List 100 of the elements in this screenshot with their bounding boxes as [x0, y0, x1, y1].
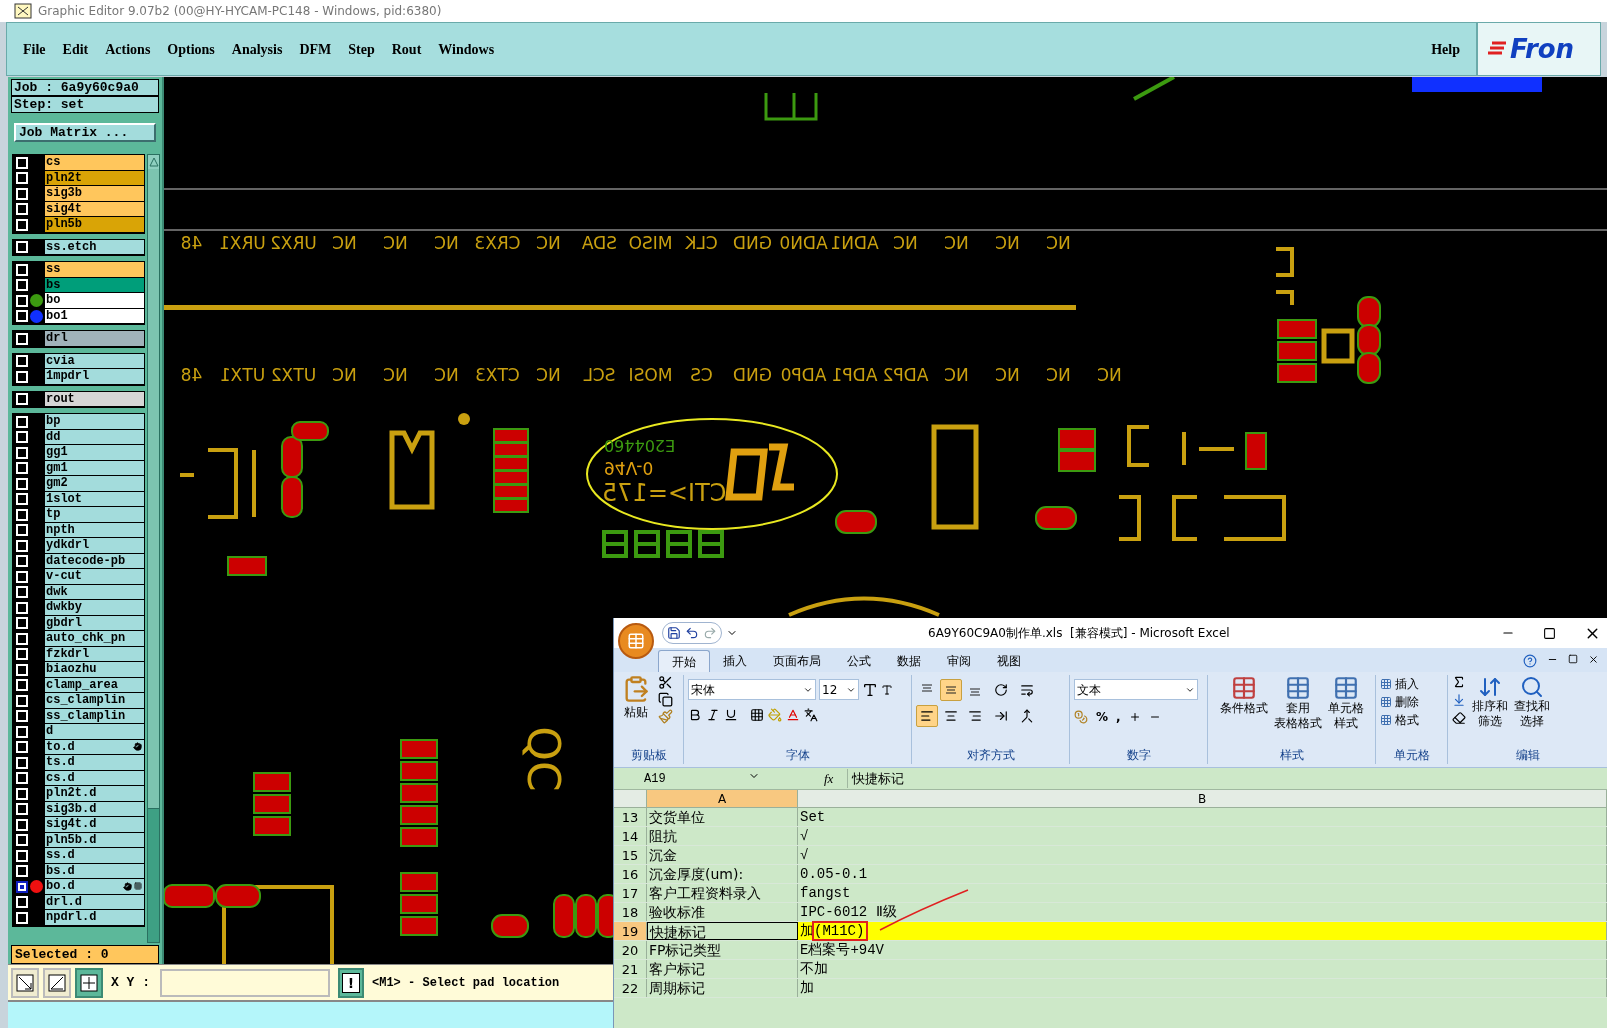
maximize-icon[interactable] [1543, 626, 1556, 640]
layer-name[interactable]: v-cut [45, 569, 144, 585]
grow-font-icon[interactable] [862, 681, 878, 698]
ribbon-tab[interactable]: 视图 [984, 650, 1034, 672]
close-icon[interactable] [1588, 654, 1599, 665]
font-name-field[interactable]: 宋体 [688, 679, 816, 700]
save-icon[interactable] [667, 626, 681, 640]
style-button[interactable]: 套用 表格格式 [1273, 675, 1322, 731]
phonetic-icon[interactable] [804, 708, 818, 722]
layer-name[interactable]: gg1 [45, 445, 144, 461]
menu-item[interactable]: DFM [299, 38, 332, 60]
column-header[interactable]: A [647, 790, 798, 807]
font-color-icon[interactable] [786, 708, 800, 722]
borders-icon[interactable] [750, 708, 764, 722]
edit-button[interactable]: 查找和 选择 [1514, 675, 1550, 729]
number-format-field[interactable]: 文本 [1074, 679, 1198, 700]
layer-name[interactable]: rout [45, 391, 144, 407]
ribbon-tab[interactable]: 开始 [658, 650, 710, 672]
tool-button[interactable] [43, 967, 71, 998]
fill-color-icon[interactable] [768, 708, 782, 722]
edit-button[interactable]: 排序和 筛选 [1472, 675, 1508, 729]
layer-name[interactable]: pln2t.d [45, 786, 144, 802]
scroll-up-icon[interactable] [148, 157, 159, 167]
bold-icon[interactable] [688, 708, 702, 722]
layer-name[interactable]: cs_clamplin [45, 693, 144, 709]
layer-name[interactable]: ts.d [45, 755, 144, 771]
layer-name[interactable]: d [45, 724, 144, 740]
orientation-icon[interactable] [994, 683, 1008, 697]
indent-icon[interactable] [994, 709, 1008, 723]
number-format-button[interactable]: % [1096, 708, 1109, 726]
layer-name[interactable]: sig3b [45, 186, 144, 202]
formula-field[interactable]: 快捷标记 [847, 768, 1607, 789]
ribbon-tab[interactable]: 数据 [884, 650, 934, 672]
menu-item[interactable]: Step [348, 38, 375, 60]
merge-icon[interactable] [1020, 709, 1034, 723]
horizontal-align-button[interactable] [916, 705, 938, 727]
layer-name[interactable]: auto_chk_pn [45, 631, 144, 647]
layer-name[interactable]: gm2 [45, 476, 144, 492]
layer-name[interactable]: bp [45, 414, 144, 430]
layer-name[interactable]: drl [45, 331, 144, 347]
row-header[interactable]: 19 [614, 922, 647, 940]
layer-name[interactable]: bo [45, 293, 144, 309]
paste-button[interactable]: 粘贴 [618, 675, 654, 724]
currency-icon[interactable] [1074, 710, 1088, 724]
office-button[interactable] [618, 623, 654, 659]
tool-button[interactable] [11, 967, 39, 998]
alert-button[interactable]: ! [338, 967, 364, 998]
layer-name[interactable]: ss.etch [45, 239, 144, 255]
job-matrix-button[interactable]: Job Matrix ... [14, 123, 156, 142]
menu-item[interactable]: Options [167, 38, 215, 60]
shrink-font-icon[interactable] [881, 683, 893, 696]
ribbon-tab[interactable]: 审阅 [934, 650, 984, 672]
increase-decimal-icon[interactable] [1128, 711, 1141, 723]
number-format-button[interactable]: , [1116, 708, 1121, 726]
wrap-text-icon[interactable] [1020, 683, 1034, 697]
restore-icon[interactable] [1568, 654, 1578, 664]
tool-button[interactable] [75, 967, 103, 998]
layer-name[interactable]: ss [45, 262, 144, 278]
clear-icon[interactable] [1452, 711, 1466, 725]
menu-item[interactable]: Analysis [231, 38, 283, 60]
menu-item[interactable]: Help [1431, 38, 1460, 60]
help-icon[interactable] [1523, 654, 1537, 668]
ribbon-tab[interactable]: 公式 [834, 650, 884, 672]
ribbon-tab[interactable]: 插入 [710, 650, 760, 672]
font-size-field[interactable]: 12 [819, 679, 859, 700]
undo-icon[interactable] [685, 626, 699, 640]
menu-item[interactable]: Rout [391, 38, 422, 60]
layer-name[interactable]: 1mpdrl [45, 369, 144, 385]
italic-icon[interactable] [706, 708, 720, 722]
copy-icon[interactable] [658, 692, 673, 707]
layer-name[interactable]: npdrl.d [45, 910, 144, 926]
sum-icon[interactable] [1452, 675, 1466, 689]
layer-name[interactable]: dwkby [45, 600, 144, 616]
layer-name[interactable]: ss.d [45, 848, 144, 864]
layer-name[interactable]: cs [45, 155, 144, 171]
function-label[interactable]: fx [824, 768, 834, 789]
fill-icon[interactable] [1452, 693, 1466, 707]
layer-name[interactable]: pln5b [45, 217, 144, 233]
layer-name[interactable]: ydkdrl [45, 538, 144, 554]
layer-name[interactable]: sig4t.d [45, 817, 144, 833]
menu-item[interactable]: Edit [62, 38, 89, 60]
layer-name[interactable]: tp [45, 507, 144, 523]
cut-icon[interactable] [658, 675, 673, 690]
menu-item[interactable]: Windows [438, 38, 495, 60]
name-box[interactable]: A19 [614, 769, 764, 788]
layer-name[interactable]: cvia [45, 353, 144, 369]
menu-item[interactable]: Actions [105, 38, 151, 60]
underline-icon[interactable] [724, 708, 738, 722]
layer-checkbox[interactable] [16, 880, 28, 893]
layer-name[interactable]: biaozhu [45, 662, 144, 678]
menu-item[interactable]: File [23, 38, 46, 60]
column-header[interactable]: B [798, 790, 1607, 807]
ribbon-tab[interactable]: 页面布局 [760, 650, 834, 672]
cells-button[interactable]: 插入 [1380, 675, 1443, 693]
cells-button[interactable]: 格式 [1380, 711, 1443, 729]
style-button[interactable]: 单元格 样式 [1327, 675, 1364, 731]
cells-button[interactable]: 删除 [1380, 693, 1443, 711]
layer-name[interactable]: bo.d [45, 879, 144, 895]
scrollbar[interactable] [147, 154, 160, 943]
style-button[interactable]: 条件格式 [1219, 675, 1268, 731]
